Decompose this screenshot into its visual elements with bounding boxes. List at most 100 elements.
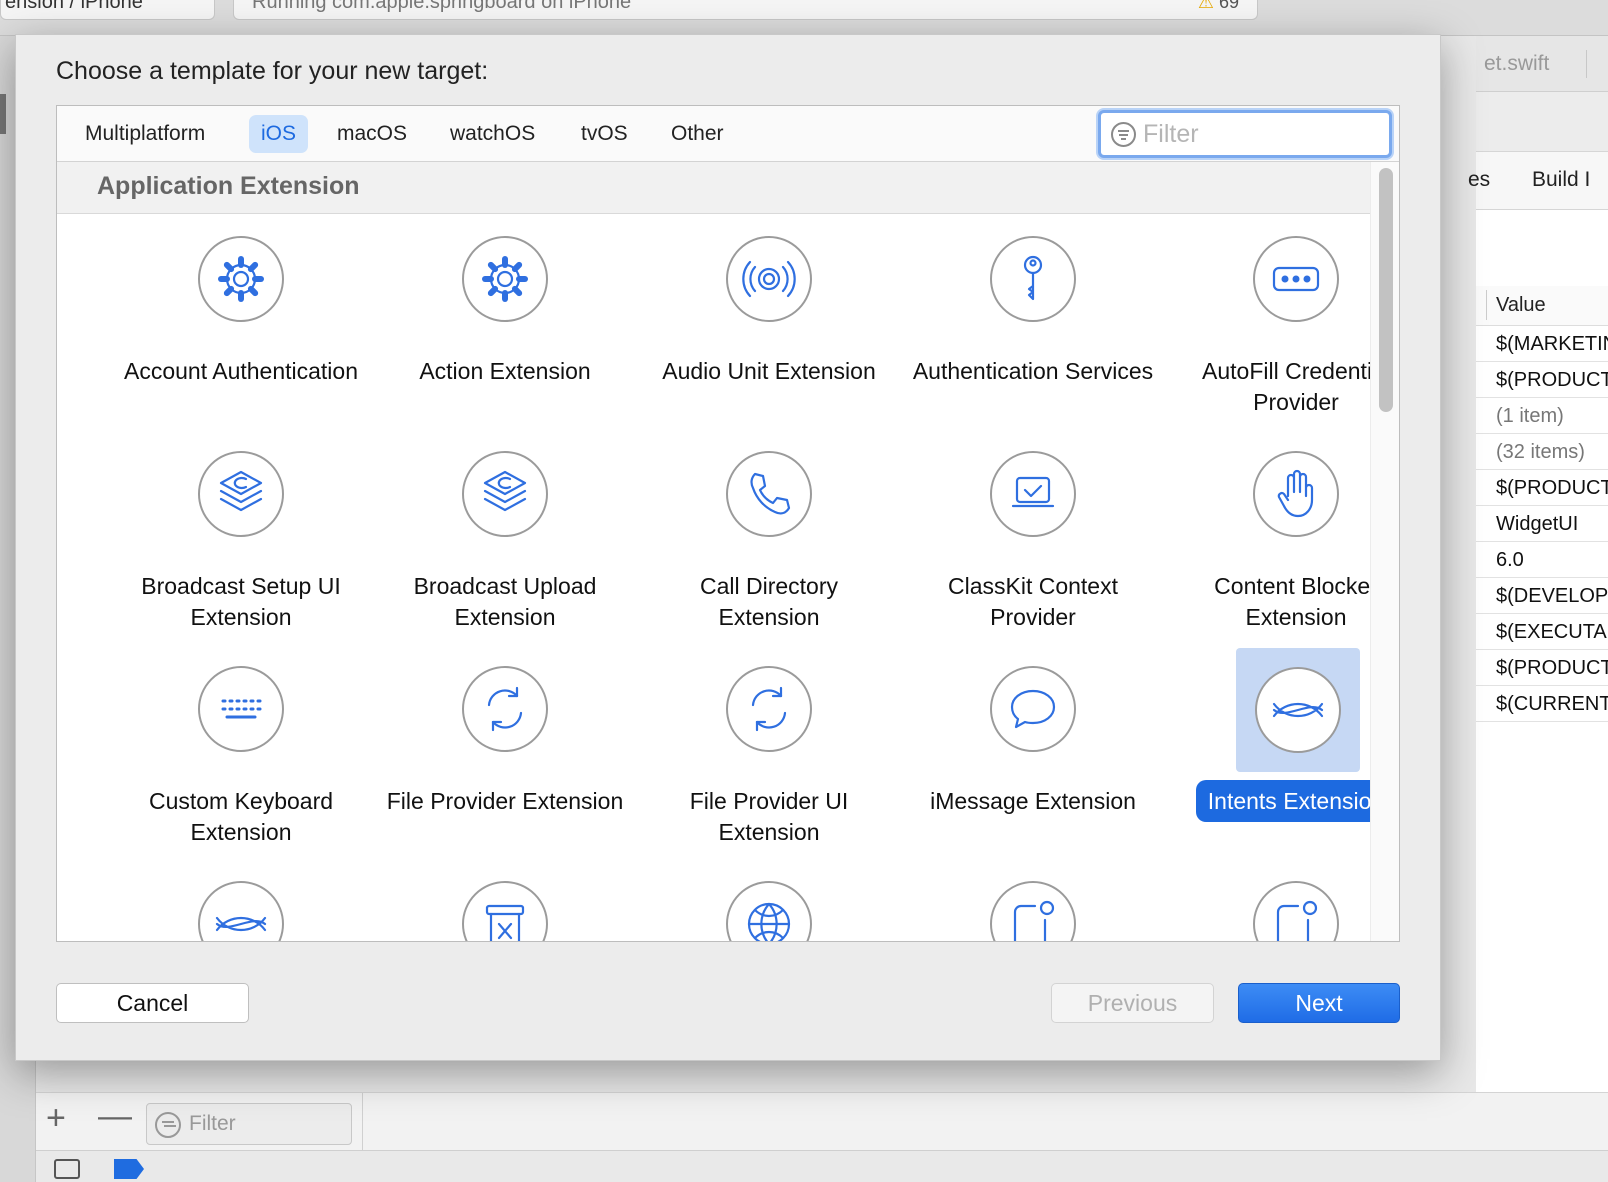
template-broadcast-setup-ui-extension[interactable]: Broadcast Setup UI Extension	[119, 429, 363, 639]
template-label: File Provider Extension	[383, 786, 627, 817]
debug-bar	[36, 1150, 1608, 1182]
plist-value-row[interactable]: WidgetUI	[1476, 506, 1608, 542]
tab-info[interactable]: es	[1468, 168, 1490, 192]
plist-value-row[interactable]: $(PRODUCT_NAME)	[1476, 650, 1608, 686]
template-call-directory-extension[interactable]: Call Directory Extension	[647, 429, 891, 639]
template-partial-15[interactable]	[119, 859, 363, 941]
bottom-filter-field[interactable]: Filter	[146, 1103, 352, 1145]
gear-icon	[462, 236, 548, 322]
tab-macos[interactable]: macOS	[325, 115, 419, 153]
template-label-text: Audio Unit Extension	[662, 358, 876, 384]
scrollbar[interactable]	[1370, 162, 1399, 941]
template-label: Broadcast Setup UI Extension	[119, 571, 363, 633]
template-icon-wrap	[462, 451, 548, 537]
template-label: iMessage Extension	[911, 786, 1155, 817]
file-tab-label: et.swift	[1484, 52, 1550, 75]
plist-value-row[interactable]: $(PRODUCT_BUNDLE_IDENTIFIER)	[1476, 470, 1608, 506]
template-label-text: File Provider UI Extension	[689, 788, 849, 845]
template-icon-wrap	[726, 236, 812, 322]
plist-value-row[interactable]: $(CURRENT_PROJECT_VERSION)	[1476, 686, 1608, 722]
template-classkit-context-provider[interactable]: ClassKit Context Provider	[911, 429, 1155, 639]
tab-ios[interactable]: iOS	[249, 115, 309, 153]
tab-other[interactable]: Other	[659, 115, 736, 153]
template-icon-wrap	[198, 236, 284, 322]
template-audio-unit-extension[interactable]: Audio Unit Extension	[647, 214, 891, 424]
value-column-label: Value	[1496, 294, 1546, 316]
scheme-selector[interactable]: ension / iPhone	[0, 0, 215, 20]
editor-subbar	[1476, 92, 1608, 152]
file-tab[interactable]: et.swift	[1476, 36, 1608, 92]
template-label-text: iMessage Extension	[930, 788, 1136, 814]
template-label: Intents Extension	[1174, 780, 1370, 822]
value-column-header[interactable]: Value	[1476, 286, 1608, 326]
scheme-text: ension / iPhone	[5, 0, 143, 13]
next-button[interactable]: Next	[1238, 983, 1400, 1023]
sync-arrows-icon	[726, 666, 812, 752]
template-action-extension[interactable]: Action Extension	[383, 214, 627, 424]
speech-bubble-icon	[990, 666, 1076, 752]
template-file-provider-extension[interactable]: File Provider Extension	[383, 644, 627, 854]
tab-multiplatform[interactable]: Multiplatform	[73, 115, 217, 153]
tab-watchos[interactable]: watchOS	[438, 115, 547, 153]
audio-waves-icon	[726, 236, 812, 322]
plist-value-row[interactable]: (1 item)	[1476, 398, 1608, 434]
template-authentication-services[interactable]: Authentication Services	[911, 214, 1155, 424]
template-imessage-extension[interactable]: iMessage Extension	[911, 644, 1155, 854]
gear-icon	[198, 236, 284, 322]
broadcast-stack-icon	[198, 451, 284, 537]
remove-icon[interactable]: —	[98, 1097, 132, 1136]
template-partial-17[interactable]	[647, 859, 891, 941]
section-header: Application Extension	[57, 162, 1370, 214]
previous-button[interactable]: Previous	[1051, 983, 1214, 1023]
template-autofill-credential-provider[interactable]: AutoFill Credential Provider	[1174, 214, 1370, 424]
template-partial-19[interactable]	[1174, 859, 1370, 941]
filter-icon	[1111, 122, 1136, 147]
breakpoint-icon[interactable]	[114, 1159, 144, 1179]
cancel-button[interactable]: Cancel	[56, 983, 249, 1023]
warning-count[interactable]: ⚠ 69	[1198, 0, 1239, 11]
plist-value-row[interactable]: $(PRODUCT_MODULE_NAME)	[1476, 362, 1608, 398]
scrollbar-thumb[interactable]	[1379, 168, 1393, 412]
plist-value-row[interactable]: $(DEVELOPMENT_LANGUAGE)	[1476, 578, 1608, 614]
template-label: File Provider UI Extension	[647, 786, 891, 848]
template-icon-wrap	[990, 881, 1076, 941]
template-label: Authentication Services	[911, 356, 1155, 387]
template-partial-16[interactable]	[383, 859, 627, 941]
hand-icon	[1253, 451, 1339, 537]
template-custom-keyboard-extension[interactable]: Custom Keyboard Extension	[119, 644, 363, 854]
template-intents-extension[interactable]: Intents Extension	[1174, 644, 1370, 854]
filter-input[interactable]	[1143, 118, 1383, 150]
bottom-bar: + — Filter	[36, 1092, 1608, 1151]
keyboard-icon	[198, 666, 284, 752]
template-panel: Multiplatform iOS macOS watchOS tvOS Oth…	[56, 105, 1400, 942]
key-icon	[990, 236, 1076, 322]
bottom-filter-placeholder: Filter	[189, 1112, 236, 1135]
plist-value-row[interactable]: 6.0	[1476, 542, 1608, 578]
add-icon[interactable]: +	[46, 1099, 66, 1138]
plist-value-row[interactable]: $(MARKETING_VERSION)	[1476, 326, 1608, 362]
template-icon-wrap	[1253, 451, 1339, 537]
sheet-title: Choose a template for your new target:	[56, 57, 489, 85]
template-file-provider-ui-extension[interactable]: File Provider UI Extension	[647, 644, 891, 854]
tab-build-settings[interactable]: Build I	[1532, 168, 1590, 192]
template-filter[interactable]	[1098, 110, 1392, 158]
template-icon-wrap	[462, 881, 548, 941]
console-toggle-icon[interactable]	[54, 1159, 80, 1179]
new-target-sheet: Choose a template for your new target: M…	[15, 34, 1441, 1061]
plist-value-row[interactable]: (32 items)	[1476, 434, 1608, 470]
template-account-authentication[interactable]: Account Authentication	[119, 214, 363, 424]
template-partial-18[interactable]	[911, 859, 1155, 941]
broadcast-stack-icon	[462, 451, 548, 537]
password-dots-icon	[1253, 236, 1339, 322]
template-label-text: Call Directory Extension	[699, 573, 839, 630]
template-icon-wrap	[990, 451, 1076, 537]
template-label: Account Authentication	[119, 356, 363, 387]
activity-view: Running com.apple.springboard on iPhone …	[233, 0, 1258, 20]
template-label: Custom Keyboard Extension	[119, 786, 363, 848]
template-broadcast-upload-extension[interactable]: Broadcast Upload Extension	[383, 429, 627, 639]
template-label: Content Blocker Extension	[1174, 571, 1370, 633]
tab-tvos[interactable]: tvOS	[569, 115, 640, 153]
intents-waves-icon	[1255, 667, 1341, 753]
plist-value-row[interactable]: $(EXECUTABLE_NAME)	[1476, 614, 1608, 650]
template-content-blocker-extension[interactable]: Content Blocker Extension	[1174, 429, 1370, 639]
